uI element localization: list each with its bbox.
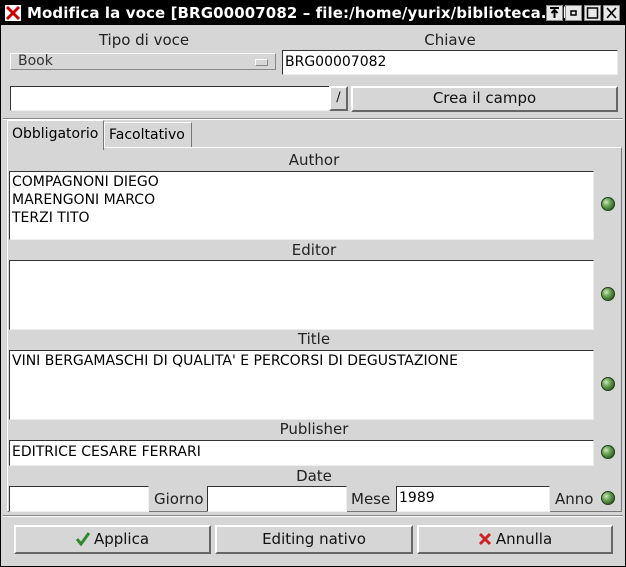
publisher-label: Publisher [279,420,349,438]
cancel-button[interactable]: Annulla [417,525,613,554]
key-input[interactable]: BRG00007082 [282,50,618,75]
editor-label: Editor [291,241,337,259]
date-status-led-icon[interactable] [601,491,615,505]
cancel-label: Annulla [495,530,553,548]
year-label: Anno [555,490,594,508]
day-label: Giorno [154,490,204,508]
apply-label: Applica [93,530,150,548]
author-status-led-icon[interactable] [601,197,615,211]
date-label: Date [296,467,332,485]
create-field-button[interactable]: Crea il campo [351,86,618,112]
title-bar[interactable]: Modifica la voce [BRG00007082 – file:/ho… [1,1,625,25]
new-field-input[interactable] [10,86,330,111]
apply-button[interactable]: Applica [14,525,211,554]
publisher-input[interactable]: EDITRICE CESARE FERRARI [9,440,594,466]
edit-entry-window: Modifica la voce [BRG00007082 – file:/ho… [0,0,626,567]
check-icon [75,532,91,547]
option-menu-indicator-icon [255,59,268,66]
author-textarea[interactable]: COMPAGNONI DIEGO MARENGONI MARCO TERZI T… [9,171,594,240]
month-label: Mese [351,490,391,508]
author-label: Author [288,151,340,169]
title-label: Title [297,330,331,348]
native-editing-button[interactable]: Editing nativo [215,525,413,554]
month-input[interactable] [207,486,347,512]
separator [3,515,623,517]
window-title: Modifica la voce [BRG00007082 – file:/ho… [27,4,581,22]
tab-facoltativo[interactable]: Facoltativo [104,122,192,148]
editor-status-led-icon[interactable] [601,287,615,301]
entry-type-value: Book [18,53,53,69]
editor-textarea[interactable] [9,260,594,330]
pin-icon[interactable] [546,5,563,21]
key-label: Chiave [424,31,476,49]
entry-type-label: Tipo di voce [98,31,190,49]
day-input[interactable] [9,486,149,512]
year-input[interactable]: 1989 [396,486,550,512]
maximize-icon[interactable] [584,5,601,21]
title-textarea[interactable]: VINI BERGAMASCHI DI QUALITA' E PERCORSI … [9,350,594,420]
shade-icon[interactable] [565,5,582,21]
new-field-dropdown-button[interactable]: ∕ [329,86,348,111]
title-status-led-icon[interactable] [601,377,615,391]
entry-type-select[interactable]: Book [10,53,276,70]
close-icon[interactable] [603,5,620,21]
close-x-icon[interactable] [5,5,21,21]
cancel-x-icon [478,532,491,546]
publisher-status-led-icon[interactable] [601,445,615,459]
tab-obbligatorio[interactable]: Obbligatorio [7,120,104,150]
